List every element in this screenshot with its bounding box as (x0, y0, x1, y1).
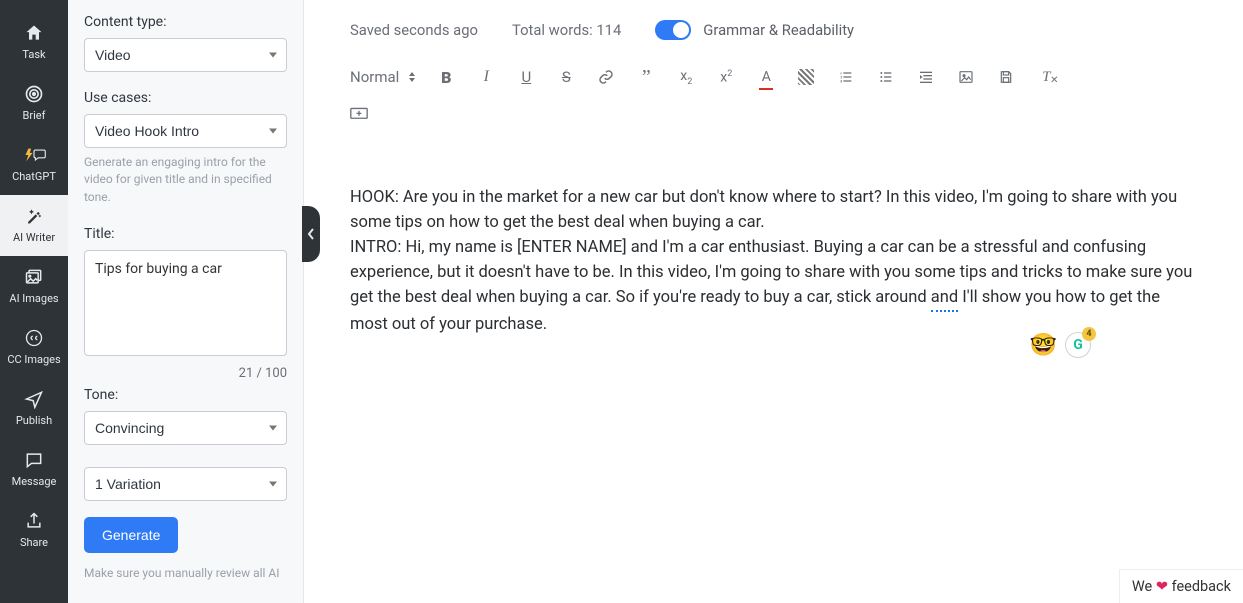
bold-button[interactable]: B (437, 66, 455, 88)
unordered-list-icon (878, 69, 894, 85)
nav-publish[interactable]: Publish (0, 378, 68, 439)
review-note: Make sure you manually review all AI (84, 565, 287, 582)
underline-button[interactable]: U (517, 66, 535, 88)
content-type-label: Content type: (84, 14, 287, 30)
nav-share[interactable]: Share (0, 500, 68, 561)
use-case-hint: Generate an engaging intro for the video… (84, 154, 287, 206)
highlight-button[interactable] (797, 66, 815, 88)
paragraph-format-select[interactable]: Normal (350, 68, 415, 86)
text-color-icon: A (762, 69, 771, 85)
target-icon (22, 83, 46, 105)
save-button[interactable] (997, 66, 1015, 88)
nav-label: CC Images (7, 353, 60, 366)
nav-label: Message (12, 475, 57, 488)
indent-button[interactable] (917, 66, 935, 88)
save-icon (998, 69, 1014, 85)
bold-icon: B (441, 68, 451, 87)
grammarly-badge[interactable]: G 4 (1065, 332, 1091, 358)
heart-icon: ❤ (1156, 578, 1168, 595)
nav-label: Publish (16, 414, 52, 427)
updown-icon (409, 72, 415, 82)
unordered-list-button[interactable] (877, 66, 895, 88)
add-block-button[interactable] (350, 104, 1197, 126)
intro-spellmark[interactable]: and (931, 285, 958, 312)
strikethrough-icon: S (562, 68, 571, 86)
superscript-button[interactable]: x2 (717, 66, 735, 88)
chevron-left-icon (306, 227, 316, 241)
settings-panel: Content type: Video Use cases: Video Hoo… (68, 0, 304, 603)
collapse-panel-button[interactable] (302, 206, 320, 262)
title-input[interactable]: Tips for buying a car (84, 250, 287, 356)
nav-label: ChatGPT (12, 170, 56, 183)
link-button[interactable] (597, 66, 615, 88)
send-icon (22, 388, 46, 410)
nav-cc-images[interactable]: CC Images (0, 317, 68, 378)
subscript-icon: x2 (680, 68, 692, 87)
intro-label: INTRO: (350, 238, 405, 257)
quote-button[interactable]: ” (637, 66, 655, 88)
ordered-list-button[interactable] (837, 66, 855, 88)
bolt-chat-icon (22, 144, 46, 166)
hook-text: Are you in the market for a new car but … (350, 188, 1177, 232)
image-button[interactable] (957, 66, 975, 88)
tone-label: Tone: (84, 387, 287, 403)
home-icon (22, 22, 46, 44)
app-root: Task Brief ChatGPT AI Writer AI Images (0, 0, 1243, 603)
nav-task[interactable]: Task (0, 12, 68, 73)
nav-label: Task (22, 48, 45, 61)
add-block-icon (350, 107, 368, 123)
subscript-button[interactable]: x2 (677, 66, 695, 88)
nav-label: AI Writer (13, 231, 55, 244)
wand-icon (22, 205, 46, 227)
message-icon (22, 449, 46, 471)
nav-ai-images[interactable]: AI Images (0, 256, 68, 317)
grammar-toggle-label: Grammar & Readability (703, 21, 854, 39)
nav-label: AI Images (9, 292, 58, 305)
title-label: Title: (84, 226, 287, 242)
superscript-icon: x2 (720, 69, 732, 86)
nav-chatgpt[interactable]: ChatGPT (0, 134, 68, 195)
saved-status: Saved seconds ago (350, 21, 478, 39)
feedback-button[interactable]: We ❤ feedback (1119, 569, 1243, 603)
use-case-select[interactable]: Video Hook Intro (84, 114, 287, 148)
assistant-badges: 🤓 G 4 (1030, 332, 1091, 358)
nav-label: Brief (23, 109, 46, 122)
nav-ai-writer[interactable]: AI Writer (0, 195, 68, 256)
italic-icon: I (484, 68, 489, 86)
text-color-button[interactable]: A (757, 66, 775, 88)
image-icon (958, 69, 974, 85)
grammar-toggle[interactable] (655, 20, 691, 40)
editor-topbar: Saved seconds ago Total words: 114 Gramm… (350, 0, 1197, 52)
nav-brief[interactable]: Brief (0, 73, 68, 134)
highlight-icon (798, 69, 814, 85)
use-cases-label: Use cases: (84, 90, 287, 106)
emoji-badge[interactable]: 🤓 (1030, 333, 1057, 358)
ordered-list-icon (838, 69, 854, 85)
nav-label: Share (20, 536, 48, 549)
editor-area: Saved seconds ago Total words: 114 Gramm… (304, 0, 1243, 603)
document-body[interactable]: HOOK: Are you in the market for a new ca… (350, 143, 1197, 337)
grammarly-count: 4 (1082, 327, 1096, 341)
underline-icon: U (521, 68, 531, 86)
variation-select[interactable]: 1 Variation (84, 467, 287, 501)
clear-format-button[interactable]: T✕ (1037, 66, 1055, 88)
primary-nav: Task Brief ChatGPT AI Writer AI Images (0, 0, 68, 603)
content-type-select[interactable]: Video (84, 38, 287, 72)
nav-message[interactable]: Message (0, 439, 68, 500)
indent-icon (918, 69, 934, 85)
tone-select[interactable]: Convincing (84, 411, 287, 445)
cc-icon (22, 327, 46, 349)
hook-label: HOOK: (350, 188, 403, 207)
title-counter: 21 / 100 (84, 366, 287, 381)
italic-button[interactable]: I (477, 66, 495, 88)
share-icon (22, 510, 46, 532)
clear-format-icon: T✕ (1042, 69, 1050, 86)
word-count: Total words: 114 (512, 21, 621, 39)
link-icon (598, 69, 614, 85)
strikethrough-button[interactable]: S (557, 66, 575, 88)
generate-button[interactable]: Generate (84, 517, 178, 553)
images-icon (22, 266, 46, 288)
quote-icon: ” (642, 72, 651, 82)
editor-toolbar: Normal B I U S ” x2 x2 A T✕ (350, 52, 1197, 143)
